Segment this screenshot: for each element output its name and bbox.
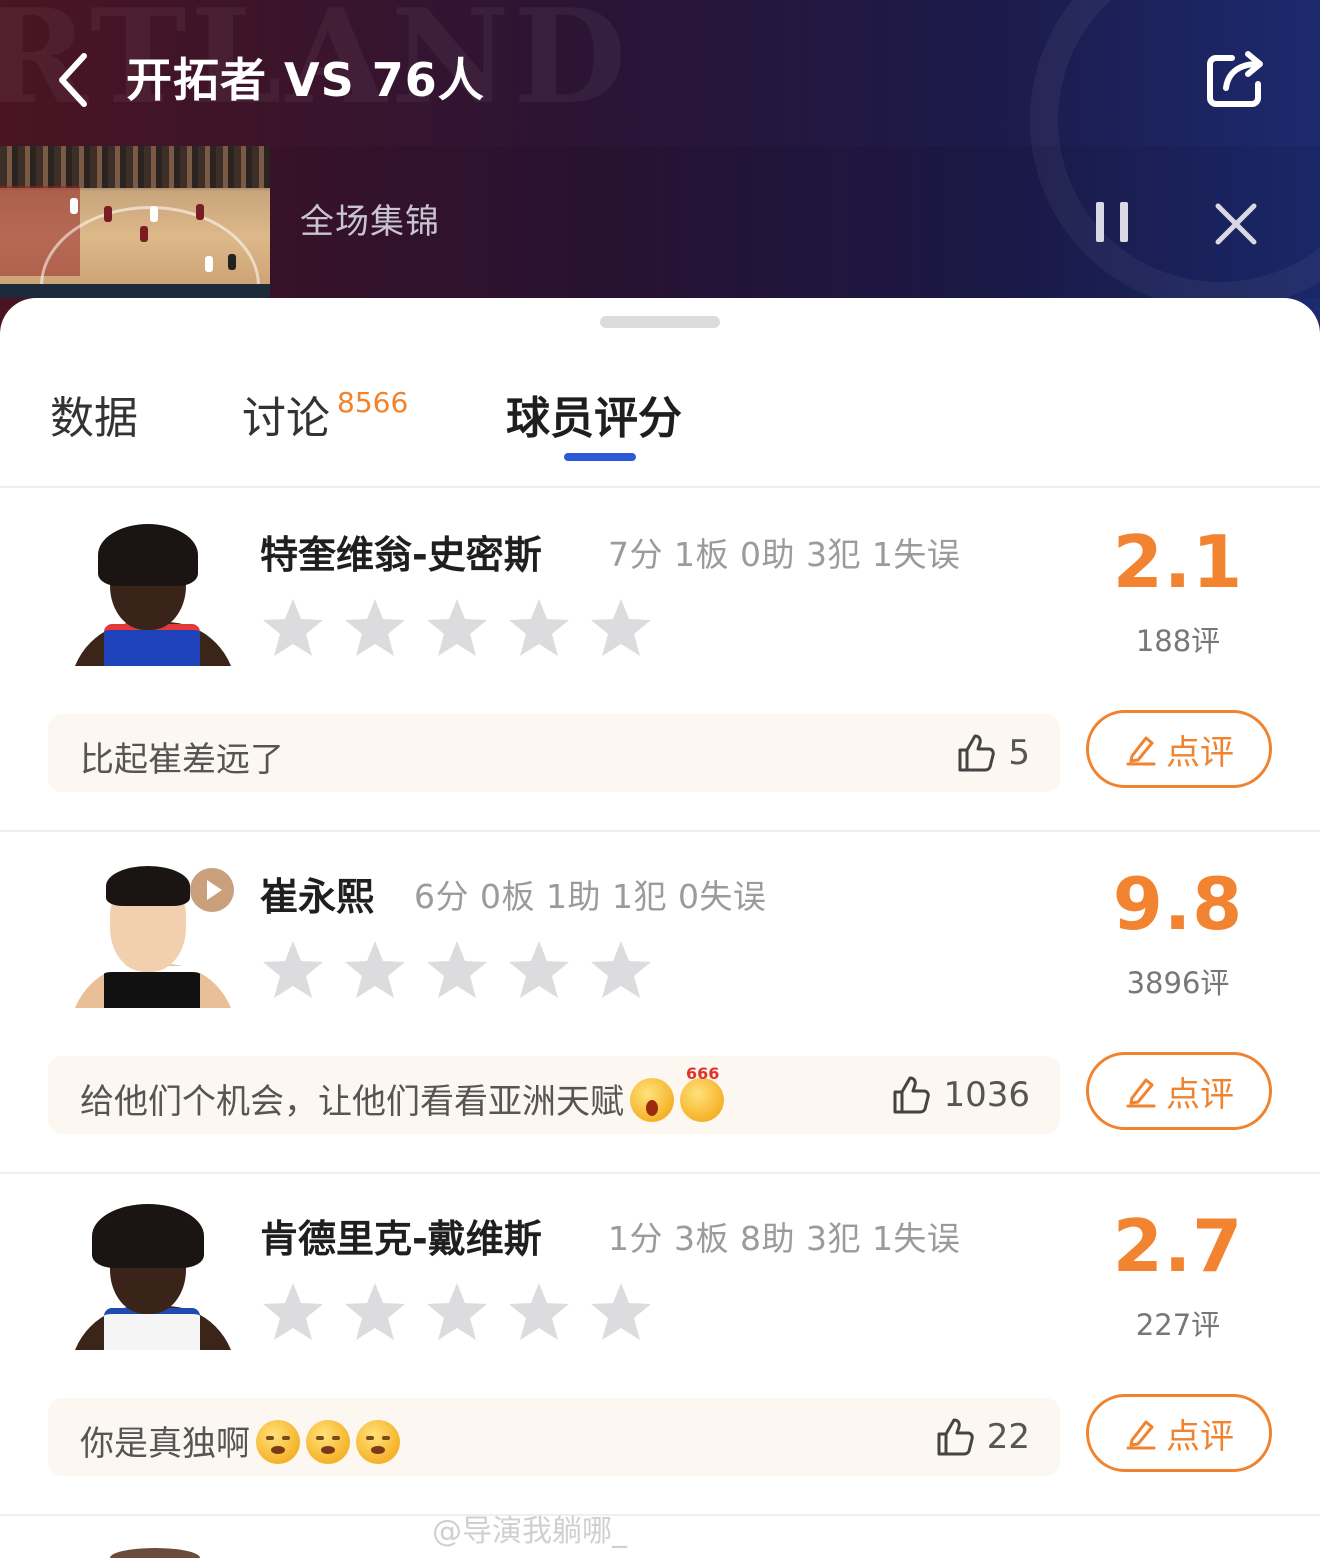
chevron-left-icon	[59, 53, 87, 107]
top-comment[interactable]: 你是真独啊 22	[48, 1398, 1060, 1476]
star-rating-input	[260, 596, 654, 666]
player-score: 9.8	[1112, 862, 1244, 946]
tab-data[interactable]: 数据	[50, 382, 138, 446]
like-button[interactable]: 22	[933, 1416, 1030, 1458]
player-name: 肯德里克-戴维斯	[260, 1217, 542, 1261]
like-count: 1036	[943, 1075, 1030, 1115]
star-rating-input	[260, 1280, 654, 1350]
like-button[interactable]: 5	[954, 732, 1030, 774]
star-icon[interactable]	[506, 938, 572, 1004]
star-icon[interactable]	[588, 938, 654, 1004]
thumbs-up-icon	[958, 734, 996, 772]
666-emoji-icon	[680, 1064, 724, 1122]
star-icon[interactable]	[342, 1280, 408, 1346]
pause-icon	[1096, 202, 1104, 242]
player-score: 2.7	[1112, 1204, 1244, 1288]
player-rating-card: 特奎维翁-史密斯 7分 1板 0助 3犯 1失误 2.1 188评 比起崔差远了…	[0, 490, 1320, 832]
tab-player-rating[interactable]: 球员评分	[506, 382, 682, 446]
player-rating-card: 崔永熙 6分 0板 1助 1犯 0失误 9.8 3896评 给他们个机会，让他们…	[0, 832, 1320, 1174]
review-button[interactable]: 点评	[1086, 1052, 1272, 1130]
pencil-icon	[1126, 1078, 1156, 1108]
frustrated-emoji-icon	[306, 1419, 350, 1464]
review-button-label: 点评	[1166, 1074, 1234, 1115]
player-stats: 1分 3板 8助 3犯 1失误	[608, 1219, 961, 1258]
review-button-label: 点评	[1166, 1416, 1234, 1457]
video-thumbnail[interactable]	[0, 146, 270, 298]
video-title: 全场集锦	[300, 202, 440, 242]
frustrated-emoji-icon	[256, 1419, 300, 1464]
tab-discussion[interactable]: 讨论	[242, 382, 330, 446]
top-comment[interactable]: 比起崔差远了 5	[48, 714, 1060, 792]
top-comment[interactable]: 给他们个机会，让他们看看亚洲天赋 1036	[48, 1056, 1060, 1134]
thumbs-up-icon	[893, 1076, 931, 1114]
player-avatar	[66, 1204, 238, 1350]
video-scoreboard	[0, 284, 270, 298]
star-icon[interactable]	[260, 1280, 326, 1346]
mini-video-player: 全场集锦	[0, 146, 1320, 298]
discussion-count-badge: 8566	[337, 386, 409, 419]
pause-button[interactable]	[1096, 202, 1130, 242]
player-score: 2.1	[1112, 520, 1244, 604]
ratings-sheet: 数据 讨论 8566 球员评分 特奎维翁-史密斯 7分 1板 0助 3犯 1失误…	[0, 298, 1320, 1558]
play-video-button[interactable]	[190, 868, 234, 912]
star-icon[interactable]	[342, 596, 408, 662]
pencil-icon	[1126, 736, 1156, 766]
player-rating-card: 肯德里克-戴维斯 1分 3板 8助 3犯 1失误 2.7 227评 你是真独啊 …	[0, 1174, 1320, 1516]
star-icon[interactable]	[506, 596, 572, 662]
star-icon[interactable]	[506, 1280, 572, 1346]
watermark: @导演我躺哪_	[432, 1514, 627, 1549]
like-count: 5	[1008, 733, 1030, 773]
game-header: RTLAND 开拓者 VS 76人 全场集锦	[0, 0, 1320, 340]
vote-count: 3896评	[1126, 966, 1230, 1000]
close-player-button[interactable]	[1214, 202, 1258, 246]
star-icon[interactable]	[260, 938, 326, 1004]
share-icon	[1207, 51, 1263, 107]
player-stats: 6分 0板 1助 1犯 0失误	[414, 877, 767, 916]
page-title: 开拓者 VS 76人	[126, 53, 485, 107]
close-icon	[1215, 203, 1257, 245]
shocked-emoji-icon	[630, 1077, 674, 1122]
vote-count: 188评	[1135, 624, 1221, 658]
review-button[interactable]: 点评	[1086, 1394, 1272, 1472]
star-icon[interactable]	[424, 596, 490, 662]
review-button-label: 点评	[1166, 732, 1234, 773]
star-icon[interactable]	[588, 1280, 654, 1346]
frustrated-emoji-icon	[356, 1419, 400, 1464]
vote-count: 227评	[1135, 1308, 1221, 1342]
like-button[interactable]: 1036	[889, 1074, 1030, 1116]
player-name: 崔永熙	[260, 875, 375, 919]
like-count: 22	[986, 1417, 1030, 1457]
thumbs-up-icon	[937, 1418, 974, 1456]
share-button[interactable]	[1204, 48, 1268, 110]
star-icon[interactable]	[424, 1280, 490, 1346]
review-button[interactable]: 点评	[1086, 710, 1272, 788]
star-icon[interactable]	[588, 596, 654, 662]
player-avatar	[66, 520, 238, 666]
comment-text: 比起崔差远了	[80, 740, 284, 780]
comment-text: 给他们个机会，让他们看看亚洲天赋	[80, 1064, 724, 1126]
star-rating-input	[260, 938, 654, 1008]
player-stats: 7分 1板 0助 3犯 1失误	[608, 535, 961, 574]
active-tab-indicator	[564, 453, 636, 461]
player-name: 特奎维翁-史密斯	[260, 533, 542, 577]
star-icon[interactable]	[260, 596, 326, 662]
star-icon[interactable]	[424, 938, 490, 1004]
back-button[interactable]	[48, 48, 108, 112]
star-icon[interactable]	[342, 938, 408, 1004]
comment-text: 你是真独啊	[80, 1416, 400, 1468]
pencil-icon	[1126, 1420, 1156, 1450]
tab-bar: 数据 讨论 8566 球员评分	[0, 298, 1320, 488]
